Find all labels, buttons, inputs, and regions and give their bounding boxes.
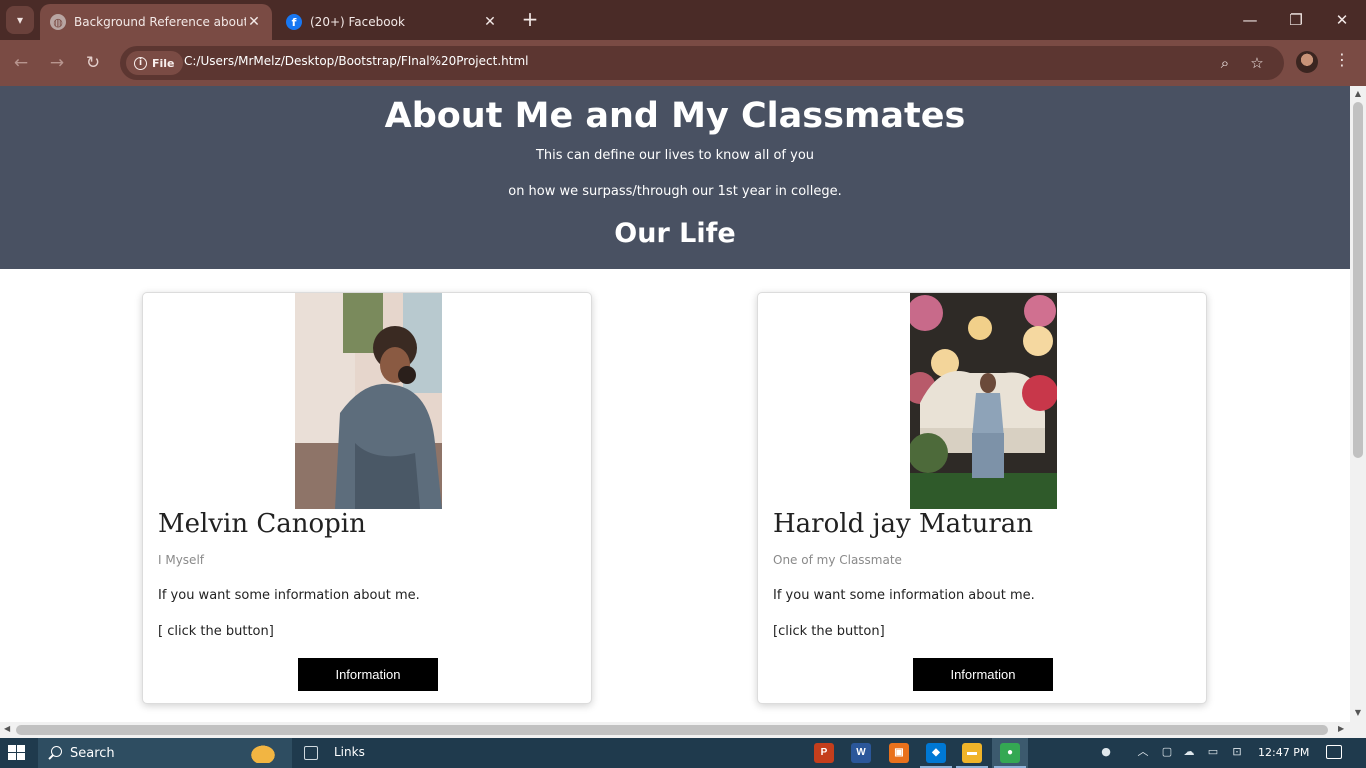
onedrive-icon[interactable]: ☁ bbox=[1182, 745, 1196, 759]
card-role: I Myself bbox=[158, 553, 205, 567]
globe-icon: ◍ bbox=[50, 14, 66, 30]
site-info-chip[interactable]: i File bbox=[126, 51, 183, 75]
tab-close-icon[interactable]: ✕ bbox=[482, 14, 498, 30]
page-viewport: About Me and My Classmates This can defi… bbox=[0, 86, 1350, 722]
notification-center-icon[interactable] bbox=[1326, 745, 1342, 759]
vertical-scrollbar[interactable]: ▲ ▼ bbox=[1350, 86, 1366, 722]
photo-app-icon[interactable]: ▣ bbox=[889, 743, 909, 763]
scroll-down-icon[interactable]: ▼ bbox=[1350, 708, 1366, 717]
profile-avatar[interactable] bbox=[1296, 51, 1318, 73]
tab-search-chevron-icon[interactable]: ▾ bbox=[6, 6, 34, 34]
vertical-scroll-thumb[interactable] bbox=[1353, 102, 1363, 458]
chevron-up-icon[interactable]: ︿ bbox=[1136, 745, 1150, 759]
word-icon[interactable]: W bbox=[851, 743, 871, 763]
facebook-icon: f bbox=[286, 14, 302, 30]
profile-photo bbox=[910, 293, 1057, 509]
horizontal-scrollbar[interactable]: ◀ ▶ bbox=[0, 722, 1350, 738]
notification-app-icon[interactable]: ● bbox=[1096, 745, 1116, 759]
information-button[interactable]: Information bbox=[913, 658, 1053, 691]
card-name: Harold jay Maturan bbox=[773, 509, 1033, 539]
reload-icon[interactable]: ↻ bbox=[80, 50, 106, 76]
windows-start-icon[interactable] bbox=[8, 745, 26, 761]
profile-card-melvin: Melvin Canopin I Myself If you want some… bbox=[142, 292, 592, 704]
card-click-hint: [click the button] bbox=[773, 624, 885, 639]
new-tab-button[interactable]: + bbox=[518, 8, 542, 32]
scrollbar-corner bbox=[1350, 722, 1366, 738]
site-chip-label: File bbox=[152, 56, 175, 70]
minimize-icon[interactable]: — bbox=[1228, 6, 1272, 34]
browser-toolbar: ← → ↻ i File C:/Users/MrMelz/Desktop/Boo… bbox=[0, 40, 1366, 86]
card-info-text: If you want some information about me. bbox=[773, 588, 1035, 603]
profile-photo bbox=[295, 293, 442, 509]
hero-banner: About Me and My Classmates This can defi… bbox=[0, 86, 1350, 269]
restore-icon[interactable]: ❐ bbox=[1274, 6, 1318, 34]
zoom-icon[interactable]: ⌕ bbox=[1214, 52, 1236, 74]
scroll-right-icon[interactable]: ▶ bbox=[1338, 724, 1344, 733]
card-name: Melvin Canopin bbox=[158, 509, 366, 539]
tab-facebook[interactable]: f (20+) Facebook ✕ bbox=[276, 4, 508, 40]
back-arrow-icon[interactable]: ← bbox=[8, 50, 34, 76]
search-icon bbox=[48, 746, 62, 760]
scroll-up-icon[interactable]: ▲ bbox=[1350, 89, 1366, 98]
card-role: One of my Classmate bbox=[773, 553, 902, 567]
battery-icon[interactable]: ▭ bbox=[1206, 745, 1220, 759]
profile-card-harold: Harold jay Maturan One of my Classmate I… bbox=[757, 292, 1207, 704]
clock-time[interactable]: 12:47 PM bbox=[1258, 746, 1309, 759]
card-info-text: If you want some information about me. bbox=[158, 588, 420, 603]
powerpoint-icon[interactable]: P bbox=[814, 743, 834, 763]
section-title: Our Life bbox=[614, 218, 736, 249]
windows-taskbar: Search Links P W ▣ ◆ ▬ ● ● ︿ ▢ ☁ ▭ ⊡ 12:47 PM bbox=[0, 738, 1366, 768]
browser-tab-bar: ▾ ◍ Background Reference about M ✕ f (20… bbox=[0, 0, 1366, 40]
meet-now-icon[interactable]: ▢ bbox=[1160, 745, 1174, 759]
intro-line-1: This can define our lives to know all of… bbox=[535, 148, 815, 163]
forward-arrow-icon[interactable]: → bbox=[44, 50, 70, 76]
file-explorer-icon[interactable]: ▬ bbox=[962, 743, 982, 763]
tab-title: Background Reference about M bbox=[74, 15, 246, 29]
network-icon[interactable]: ⊡ bbox=[1230, 745, 1244, 759]
more-menu-icon[interactable]: ⋮ bbox=[1332, 50, 1352, 69]
horizontal-scroll-thumb[interactable] bbox=[16, 725, 1328, 735]
tab-background-reference[interactable]: ◍ Background Reference about M ✕ bbox=[40, 4, 272, 40]
search-label: Search bbox=[70, 745, 115, 761]
scroll-left-icon[interactable]: ◀ bbox=[4, 724, 10, 733]
tab-close-icon[interactable]: ✕ bbox=[246, 14, 262, 30]
tab-title: (20+) Facebook bbox=[310, 15, 405, 29]
information-button[interactable]: Information bbox=[298, 658, 438, 691]
address-bar[interactable]: i File C:/Users/MrMelz/Desktop/Bootstrap… bbox=[120, 46, 1284, 80]
info-icon: i bbox=[134, 56, 147, 70]
url-text[interactable]: C:/Users/MrMelz/Desktop/Bootstrap/FInal%… bbox=[184, 54, 528, 68]
weather-icon[interactable] bbox=[248, 743, 278, 763]
vscode-icon[interactable]: ◆ bbox=[926, 743, 946, 763]
page-title: About Me and My Classmates bbox=[384, 96, 966, 136]
bookmark-star-icon[interactable]: ☆ bbox=[1246, 52, 1268, 74]
task-view-icon[interactable] bbox=[304, 746, 318, 760]
close-window-icon[interactable]: ✕ bbox=[1320, 6, 1364, 34]
links-toolbar-label[interactable]: Links bbox=[334, 745, 365, 759]
chrome-icon[interactable]: ● bbox=[1000, 743, 1020, 763]
card-click-hint: [ click the button] bbox=[158, 624, 274, 639]
intro-line-2: on how we surpass/through our 1st year i… bbox=[508, 184, 842, 199]
